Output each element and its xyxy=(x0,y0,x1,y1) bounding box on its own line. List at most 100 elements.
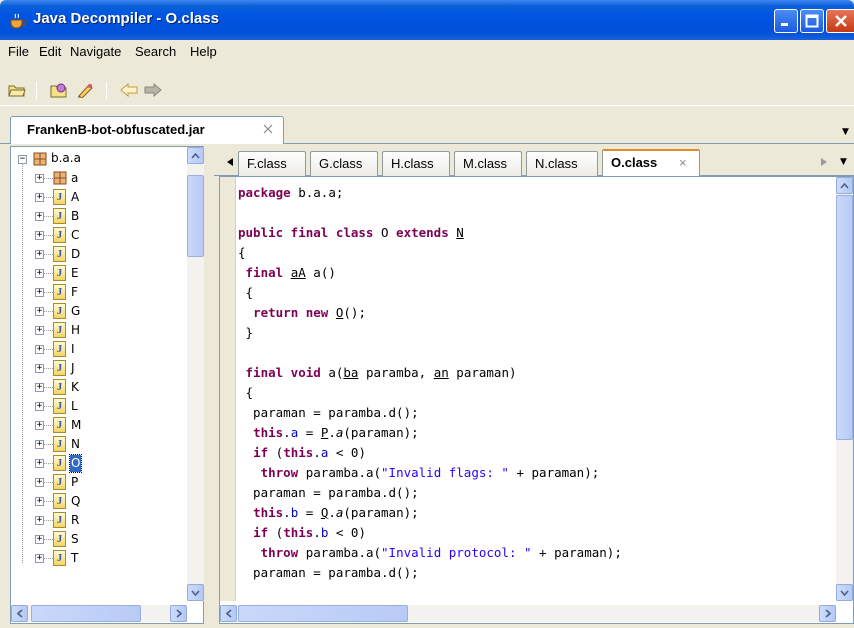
file-tab[interactable]: FrankenB-bot-obfuscated.jar xyxy=(10,116,284,144)
scroll-thumb[interactable] xyxy=(836,195,853,440)
code-token: ba xyxy=(343,365,359,380)
code-token: this xyxy=(253,505,284,520)
tree-item-k[interactable]: + J K xyxy=(11,378,187,397)
back-button[interactable] xyxy=(118,80,140,100)
expand-toggle[interactable]: + xyxy=(35,193,44,202)
close-icon[interactable]: × xyxy=(679,151,687,175)
close-window-button[interactable] xyxy=(826,9,854,33)
expand-toggle[interactable]: + xyxy=(35,440,44,449)
tab-f-class[interactable]: F.class xyxy=(238,151,306,177)
tree-vertical-scrollbar[interactable] xyxy=(187,147,204,601)
tree-item-o[interactable]: + J O xyxy=(11,454,187,473)
open-file-button[interactable] xyxy=(6,80,28,100)
tree-item-a[interactable]: + J A xyxy=(11,188,187,207)
scroll-thumb[interactable] xyxy=(31,605,141,622)
expand-toggle[interactable]: + xyxy=(35,231,44,240)
tree-item-g[interactable]: + J G xyxy=(11,302,187,321)
expand-toggle[interactable]: + xyxy=(35,212,44,221)
close-icon[interactable] xyxy=(262,123,274,135)
expand-toggle[interactable]: + xyxy=(35,174,44,183)
scroll-down-button[interactable] xyxy=(187,584,204,601)
expand-toggle[interactable]: + xyxy=(35,459,44,468)
tab-h-class[interactable]: H.class xyxy=(382,151,450,177)
tree-item-label: E xyxy=(71,266,79,280)
expand-toggle[interactable]: + xyxy=(35,269,44,278)
expand-toggle[interactable]: + xyxy=(35,421,44,430)
tree-guide xyxy=(44,558,53,559)
tree-item-c[interactable]: + J C xyxy=(11,226,187,245)
tree-item-i[interactable]: + J I xyxy=(11,340,187,359)
scroll-up-button[interactable] xyxy=(836,177,853,194)
expand-toggle[interactable]: + xyxy=(35,497,44,506)
minimize-button[interactable] xyxy=(774,9,798,33)
menu-edit[interactable]: Edit xyxy=(37,44,63,60)
tab-scroll-left-icon[interactable] xyxy=(226,157,234,167)
tab-g-class[interactable]: G.class xyxy=(310,151,378,177)
tree-item-j[interactable]: + J J xyxy=(11,359,187,378)
tree-item-n[interactable]: + J N xyxy=(11,435,187,454)
forward-button[interactable] xyxy=(142,80,164,100)
tab-n-class[interactable]: N.class xyxy=(526,151,598,177)
edit-button[interactable] xyxy=(74,80,96,100)
title-bar[interactable]: Java Decompiler - O.class xyxy=(0,0,854,40)
expand-toggle[interactable]: + xyxy=(35,364,44,373)
tree-item-a[interactable]: + a xyxy=(11,169,187,188)
scroll-thumb[interactable] xyxy=(238,605,408,622)
scroll-up-button[interactable] xyxy=(187,147,204,164)
tab-o-class[interactable]: O.class × xyxy=(602,149,700,177)
collapse-toggle[interactable]: − xyxy=(18,155,27,164)
menu-navigate[interactable]: Navigate xyxy=(68,44,123,60)
tree-item-h[interactable]: + J H xyxy=(11,321,187,340)
expand-toggle[interactable]: + xyxy=(35,535,44,544)
tree-item-b[interactable]: + J B xyxy=(11,207,187,226)
tree-item-s[interactable]: + J S xyxy=(11,530,187,549)
expand-toggle[interactable]: + xyxy=(35,554,44,563)
open-type-button[interactable] xyxy=(48,80,70,100)
expand-toggle[interactable]: + xyxy=(35,345,44,354)
scroll-thumb[interactable] xyxy=(187,175,204,257)
tab-scroll-right-icon[interactable] xyxy=(820,157,828,167)
code-text[interactable]: package b.a.a; public final class O exten… xyxy=(238,183,828,601)
expand-toggle[interactable]: + xyxy=(35,307,44,316)
expand-toggle[interactable]: + xyxy=(35,288,44,297)
maximize-button[interactable] xyxy=(800,9,824,33)
expand-toggle[interactable]: + xyxy=(35,250,44,259)
code-token: if xyxy=(253,525,269,540)
app-window: Java Decompiler - O.class File Edit Navi… xyxy=(0,0,854,628)
tree-item-t[interactable]: + J T xyxy=(11,549,187,568)
tree-item-r[interactable]: + J R xyxy=(11,511,187,530)
tab-m-class[interactable]: M.class xyxy=(454,151,522,177)
tab-list-menu-icon[interactable]: ▼ xyxy=(840,157,847,167)
tree-item-e[interactable]: + J E xyxy=(11,264,187,283)
tree-item-m[interactable]: + J M xyxy=(11,416,187,435)
menu-file[interactable]: File xyxy=(6,44,31,60)
tree-root[interactable]: − b.a.a xyxy=(11,150,187,169)
expand-toggle[interactable]: + xyxy=(35,402,44,411)
code-horizontal-scrollbar[interactable] xyxy=(220,605,836,622)
expand-toggle[interactable]: + xyxy=(35,478,44,487)
code-token: extends xyxy=(396,225,449,240)
tree-item-p[interactable]: + J P xyxy=(11,473,187,492)
scroll-down-button[interactable] xyxy=(836,584,853,601)
package-tree[interactable]: − b.a.a + a + J A + J B + J C + J D + J E + J F + J G + J H + J I + J J + J… xyxy=(11,147,187,601)
menu-help[interactable]: Help xyxy=(188,44,219,60)
back-icon xyxy=(120,83,138,97)
expand-toggle[interactable]: + xyxy=(35,516,44,525)
tree-item-q[interactable]: + J Q xyxy=(11,492,187,511)
menu-search[interactable]: Search xyxy=(133,44,178,60)
scroll-left-button[interactable] xyxy=(11,605,28,622)
scroll-right-button[interactable] xyxy=(170,605,187,622)
scroll-left-button[interactable] xyxy=(220,605,237,622)
tree-item-l[interactable]: + J L xyxy=(11,397,187,416)
tree-horizontal-scrollbar[interactable] xyxy=(11,605,187,622)
code-editor[interactable]: package b.a.a; public final class O exten… xyxy=(219,176,854,624)
expand-toggle[interactable]: + xyxy=(35,326,44,335)
scroll-right-button[interactable] xyxy=(819,605,836,622)
class-file-icon: J xyxy=(53,227,66,243)
tree-item-f[interactable]: + J F xyxy=(11,283,187,302)
tree-item-d[interactable]: + J D xyxy=(11,245,187,264)
tab-list-menu-icon[interactable]: ▼ xyxy=(842,127,849,137)
code-vertical-scrollbar[interactable] xyxy=(836,177,853,601)
expand-toggle[interactable]: + xyxy=(35,383,44,392)
